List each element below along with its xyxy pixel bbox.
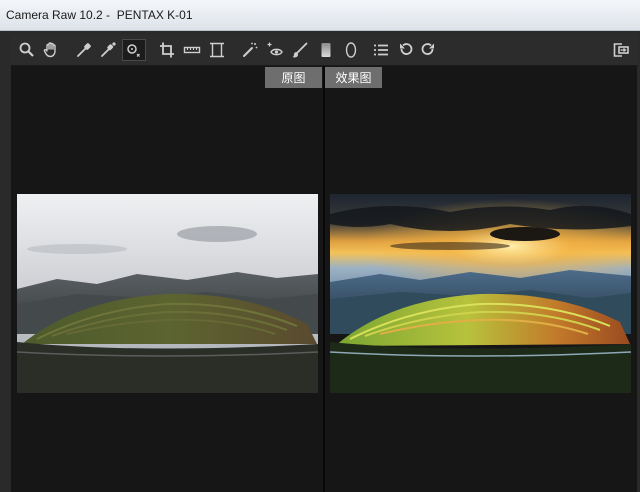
color-sampler-tool[interactable] xyxy=(98,40,118,60)
hand-icon xyxy=(43,42,56,58)
after-label: 效果图 xyxy=(325,67,382,88)
fullscreen-toggle[interactable] xyxy=(611,40,631,60)
list-icon xyxy=(374,44,388,56)
crop-icon xyxy=(160,42,174,58)
red-eye-icon xyxy=(267,42,283,56)
hand-tool[interactable] xyxy=(41,40,61,60)
spot-removal-icon xyxy=(243,42,258,57)
radial-filter-icon xyxy=(345,42,357,58)
after-photo xyxy=(330,194,631,393)
white-balance-tool[interactable] xyxy=(74,40,94,60)
toolbar xyxy=(11,35,638,66)
before-label: 原图 xyxy=(265,67,322,88)
rotate-ccw-icon xyxy=(400,43,413,55)
rotate-cw-tool[interactable] xyxy=(418,40,438,60)
radial-filter-tool[interactable] xyxy=(341,40,361,60)
title-bar: Camera Raw 10.2 - PENTAX K-01 xyxy=(0,0,640,31)
preview-divider xyxy=(323,66,325,492)
eyedropper-icon xyxy=(77,43,91,57)
transform-tool[interactable] xyxy=(207,40,227,60)
adjustment-brush-tool[interactable] xyxy=(290,40,310,60)
preferences-tool[interactable] xyxy=(371,40,391,60)
transform-icon xyxy=(210,42,224,58)
rotate-ccw-tool[interactable] xyxy=(396,40,416,60)
zoom-tool[interactable] xyxy=(17,40,37,60)
spot-removal-tool[interactable] xyxy=(240,40,260,60)
rotate-cw-icon xyxy=(421,43,434,55)
brush-icon xyxy=(292,42,308,58)
before-photo xyxy=(17,194,318,393)
targeted-adjustment-tool[interactable] xyxy=(122,39,146,61)
color-sampler-icon xyxy=(101,42,116,57)
magnifier-icon xyxy=(19,42,34,57)
ruler-icon xyxy=(183,46,201,54)
fullscreen-icon xyxy=(613,43,629,57)
graduated-filter-icon xyxy=(321,43,331,57)
red-eye-tool[interactable] xyxy=(265,40,285,60)
straighten-tool[interactable] xyxy=(182,40,202,60)
window-title: Camera Raw 10.2 - PENTAX K-01 xyxy=(6,8,193,22)
crop-tool[interactable] xyxy=(157,40,177,60)
graduated-filter-tool[interactable] xyxy=(316,40,336,60)
target-adjust-icon xyxy=(127,44,140,57)
